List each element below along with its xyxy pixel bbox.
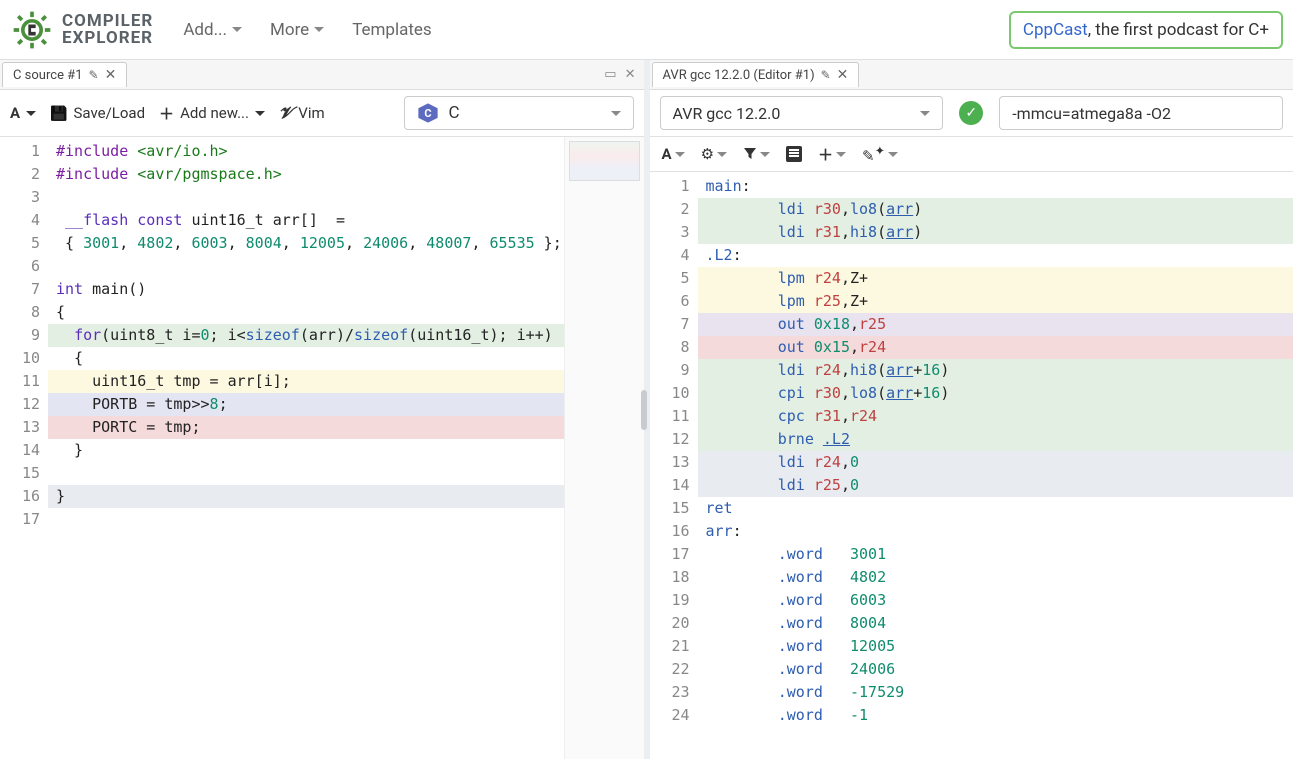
add-new-button[interactable]: ＋Add new... xyxy=(159,103,265,124)
logo-text: COMPILER EXPLORER xyxy=(62,13,153,47)
sponsor-link[interactable]: CppCast xyxy=(1023,20,1088,40)
language-label: C xyxy=(449,103,460,123)
add-output-button[interactable]: ＋ xyxy=(818,144,846,165)
source-editor[interactable]: 1234567891011121314151617 #include <avr/… xyxy=(0,137,644,759)
gear-icon xyxy=(10,8,54,52)
chevron-down-icon xyxy=(26,111,36,116)
settings-button[interactable]: ⚙ xyxy=(701,145,727,163)
save-button[interactable]: Save/Load xyxy=(50,104,145,122)
chevron-down-icon xyxy=(675,152,685,157)
chevron-down-icon xyxy=(760,152,770,157)
pencil-icon[interactable]: ✎ xyxy=(821,68,831,82)
resize-handle[interactable] xyxy=(641,390,647,430)
compiler-label: AVR gcc 12.2.0 xyxy=(673,104,781,123)
editor-pane: C source #1 ✎ ✕ ▭ ✕ A Save/Load ＋Add new… xyxy=(0,60,650,759)
logo[interactable]: COMPILER EXPLORER xyxy=(10,8,153,52)
chevron-down-icon xyxy=(836,152,846,157)
libraries-button[interactable] xyxy=(786,146,802,162)
asm-editor[interactable]: 123456789101112131415161718192021222324 … xyxy=(650,172,1293,759)
status-ok-icon: ✓ xyxy=(959,101,983,125)
minimap-thumb xyxy=(569,141,640,181)
close-pane-icon[interactable]: ✕ xyxy=(625,67,636,82)
compiler-header: AVR gcc 12.2.0 ✓ -mmcu=atmega8a -O2 xyxy=(650,90,1293,137)
compiler-tabbar: AVR gcc 12.2.0 (Editor #1) ✎ ✕ xyxy=(650,60,1293,90)
line-gutter: 1234567891011121314151617 xyxy=(0,137,48,759)
pencil-icon[interactable]: ✎ xyxy=(89,68,99,82)
close-icon[interactable]: ✕ xyxy=(837,67,849,83)
tab-source[interactable]: C source #1 ✎ ✕ xyxy=(2,62,127,87)
main-layout: C source #1 ✎ ✕ ▭ ✕ A Save/Load ＋Add new… xyxy=(0,60,1293,759)
c-lang-icon: C xyxy=(417,102,439,124)
editor-toolbar: A Save/Load ＋Add new... 𝓥Vim C C xyxy=(0,90,644,137)
chevron-down-icon xyxy=(888,152,898,157)
compiler-pane: AVR gcc 12.2.0 (Editor #1) ✎ ✕ AVR gcc 1… xyxy=(650,60,1293,759)
source-code[interactable]: #include <avr/io.h>#include <avr/pgmspac… xyxy=(48,137,564,759)
chevron-down-icon xyxy=(920,111,930,116)
vim-icon: 𝓥 xyxy=(279,103,292,123)
sponsor-text: , the first podcast for C+ xyxy=(1088,20,1269,40)
svg-text:C: C xyxy=(424,107,431,120)
sponsor-banner[interactable]: CppCast, the first podcast for C+ xyxy=(1009,11,1283,49)
chevron-down-icon xyxy=(611,111,621,116)
editor-tabbar: C source #1 ✎ ✕ ▭ ✕ xyxy=(0,60,644,90)
topbar: COMPILER EXPLORER Add... More Templates … xyxy=(0,0,1293,60)
menu-templates[interactable]: Templates xyxy=(352,20,432,40)
compiler-select[interactable]: AVR gcc 12.2.0 xyxy=(660,96,944,130)
line-gutter: 123456789101112131415161718192021222324 xyxy=(650,172,698,759)
chevron-down-icon xyxy=(232,27,242,32)
gear-icon: ⚙ xyxy=(701,145,714,163)
wand-icon: ✎✦ xyxy=(862,143,885,165)
font-button[interactable]: A xyxy=(10,104,36,122)
save-icon xyxy=(50,104,67,122)
vim-button[interactable]: 𝓥Vim xyxy=(279,103,325,123)
chevron-down-icon xyxy=(314,27,324,32)
tab-label: AVR gcc 12.2.0 (Editor #1) xyxy=(663,68,815,83)
maximize-icon[interactable]: ▭ xyxy=(604,67,616,82)
minimap[interactable] xyxy=(564,137,644,759)
chevron-down-icon xyxy=(255,111,265,116)
asm-code[interactable]: main: ldi r30,lo8(arr) ldi r31,hi8(arr).… xyxy=(698,172,1293,759)
language-select[interactable]: C C xyxy=(404,96,634,130)
tab-label: C source #1 xyxy=(13,68,83,83)
chevron-down-icon xyxy=(717,152,727,157)
flags-text: -mmcu=atmega8a -O2 xyxy=(1012,104,1171,123)
menu-more[interactable]: More xyxy=(270,20,324,40)
filter-button[interactable] xyxy=(743,147,770,161)
menu-add[interactable]: Add... xyxy=(183,20,242,40)
close-icon[interactable]: ✕ xyxy=(105,67,117,83)
tools-button[interactable]: ✎✦ xyxy=(862,143,898,165)
tab-compiler[interactable]: AVR gcc 12.2.0 (Editor #1) ✎ ✕ xyxy=(652,62,860,87)
funnel-icon xyxy=(743,147,757,161)
asm-toolbar: A ⚙ ＋ ✎✦ xyxy=(650,137,1293,172)
top-menu: Add... More Templates xyxy=(183,20,431,40)
book-icon xyxy=(786,146,802,162)
font-button[interactable]: A xyxy=(662,145,685,163)
compiler-flags-input[interactable]: -mmcu=atmega8a -O2 xyxy=(999,96,1283,130)
